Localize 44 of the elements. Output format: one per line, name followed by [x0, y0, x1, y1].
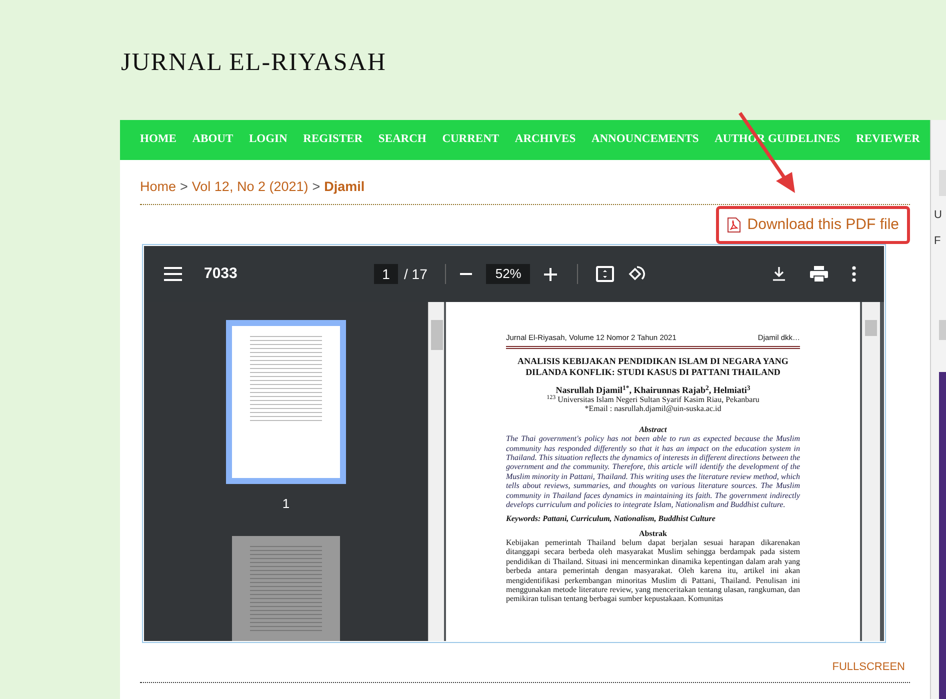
nav-link[interactable]: CURRENT — [442, 131, 500, 149]
sidebar-text: U — [934, 208, 943, 222]
more-options-icon[interactable] — [852, 266, 856, 282]
nav-link[interactable]: ANNOUNCEMENTS — [591, 131, 699, 149]
breadcrumb-separator: > — [180, 178, 188, 196]
author-email: *Email : nasrullah.djamil@uin-suska.ac.id — [584, 404, 722, 414]
download-icon[interactable] — [772, 267, 786, 281]
print-icon[interactable] — [810, 266, 828, 282]
article-title: ANALISIS KEBIJAKAN PENDIDIKAN ISLAM DI NEGARA YANG DILANDA KONFLIK: STUDI KASUS DI PATTANI THAILAND — [516, 356, 790, 378]
abstrak-heading: Abstrak — [638, 529, 668, 538]
abstract-text: The Thai government's policy has not been able to run as expected because the Muslim community has responded differently so that it has an impact on the education system in Thailand. This situation reflects the dynamics of interests in different directions between the government and the community. Therefore, this article will identify the development of the Muslim minority in Pattani, Thailand. This writing uses the literature review method, which tells about reviews, summaries, and thoughts on various literature sources. The Muslim community in Thailand faces dynamics in maintaining its faith. The government indirectly develops curriculum and policies to integrate Islam, Nationalism and Buddhist culture. — [506, 434, 800, 510]
fullscreen-link[interactable]: FULLSCREEN — [832, 659, 905, 676]
page-number-field[interactable]: 1 — [374, 264, 398, 284]
nav-link[interactable]: LOGIN — [248, 131, 288, 149]
fit-page-icon[interactable] — [596, 266, 614, 282]
nav-link[interactable]: ABOUT — [192, 131, 234, 149]
nav-link[interactable]: REGISTER — [303, 131, 363, 149]
breadcrumb-current[interactable]: Djamil — [324, 176, 365, 198]
breadcrumb-link[interactable]: Vol 12, No 2 (2021) — [192, 176, 308, 198]
article-authors: Nasrullah Djamil$^{1*}$, Khairunnas Rajab$^{2}$, Helmiati$^{3}$ — [556, 385, 752, 396]
nav-link[interactable]: REVIEWER — [856, 131, 920, 149]
scrollbar[interactable] — [428, 302, 444, 641]
nav-link[interactable]: SEARCH — [378, 131, 426, 149]
download-pdf-link[interactable]: Download this PDF file — [716, 206, 910, 244]
site-title: JURNAL EL-RIYASAH — [121, 48, 388, 78]
document-title: 7033 — [204, 264, 238, 284]
nav-link[interactable]: ARCHIVES — [514, 131, 576, 149]
pdf-file-icon — [727, 217, 742, 233]
abstract-heading: Abstract — [638, 425, 668, 434]
thumbnail-page-number: 1 — [282, 495, 290, 513]
sidebar-text: F — [934, 234, 942, 248]
nav-link[interactable]: HOME — [140, 131, 176, 149]
breadcrumb-link[interactable]: Home — [140, 176, 176, 198]
menu-icon[interactable] — [164, 267, 182, 281]
author-affiliation: $^{123}$ Universitas Islam Negeri Sultan Syarif Kasim Riau, Pekanbaru — [546, 395, 760, 404]
abstrak-text: Kebijakan pemerintah Thailand belum dapat berjalan sesuai harapan dikarenakan ditanggapi secara berbeda oleh masyarakat Muslim sehingga berdampak pada sistem pendidikan di Thailand. Situasi ini mencerminkan dinamika kepentingan dalam arah yang berbeda antara pemerintah dengan masyarakat. Oleh karena itu, artikel ini akan mengidentifikasi perkembangan minoritas Muslim di Pattani, Thailand. Penulisan ini menggunakan metode literature review, yang menceritakan tentang ulasan, rangkuman, dan pemikiran tulisan tentang berbagai sumber kepustakaan. Komunitas — [506, 538, 800, 604]
breadcrumb-separator: > — [312, 178, 320, 196]
zoom-field[interactable]: 52% — [486, 264, 530, 284]
zoom-in-icon[interactable] — [544, 268, 558, 280]
scrollbar[interactable] — [862, 302, 880, 641]
page-count: / 17 — [404, 264, 428, 284]
page-thumbnail[interactable] — [226, 320, 346, 484]
rotate-icon[interactable] — [628, 265, 646, 283]
keywords-line: Keywords: Pattani, Curriculum, Nationalism, Buddhist Culture — [506, 514, 716, 523]
